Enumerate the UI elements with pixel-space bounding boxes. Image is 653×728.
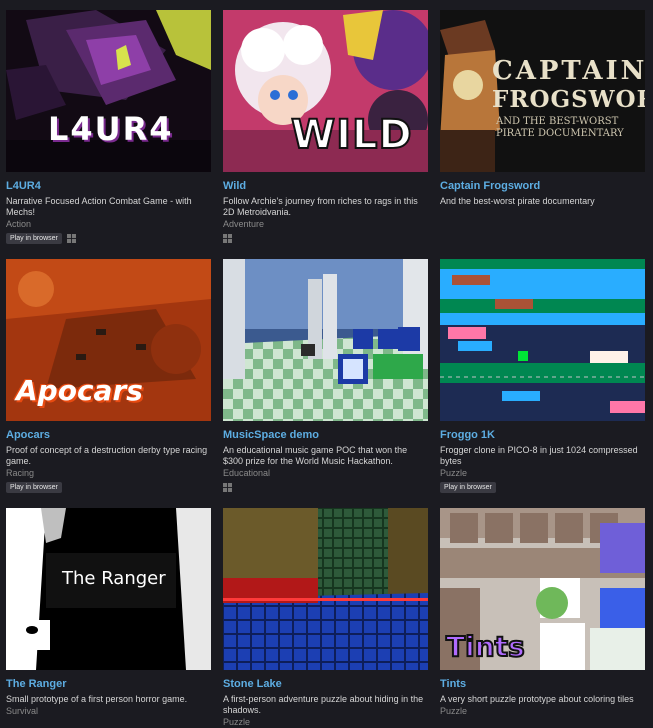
game-card-tints: Tints Tints A very short puzzle prototyp… [440,508,645,717]
thumbnail-logo: The Ranger [62,568,166,589]
game-title-link[interactable]: MusicSpace demo [223,429,428,442]
game-card-froggo-1k: Froggo 1K Frogger clone in PICO-8 in jus… [440,259,645,493]
thumbnail-logo-line: PIRATE DOCUMENTARY [496,128,624,139]
thumbnail-logo-line: AND THE BEST-WORST [496,116,619,127]
game-genre: Puzzle [223,717,251,727]
game-genre: Survival [6,706,39,716]
game-thumbnail[interactable]: Tints [440,508,645,670]
game-grid: L4UR4 L4UR4 Narrative Focused Action Com… [0,0,653,727]
game-title-link[interactable]: Froggo 1K [440,429,645,442]
game-card-the-ranger: The Ranger The Ranger Small prototype of… [6,508,211,717]
game-thumbnail[interactable] [223,259,428,421]
play-in-browser-badge[interactable]: Play in browser [440,482,496,493]
game-description: Narrative Focused Action Combat Game - w… [6,196,192,217]
game-title-link[interactable]: Captain Frogsword [440,180,645,193]
thumbnail-logo-line: CAPTAIN [492,56,645,86]
game-thumbnail[interactable] [223,508,428,670]
game-genre: Educational [223,468,271,478]
game-description: A very short puzzle prototype about colo… [440,694,634,704]
thumbnail-logo: WILD [290,111,413,159]
game-description: And the best-worst pirate documentary [440,196,595,206]
game-description: A first-person adventure puzzle about hi… [223,694,424,715]
game-thumbnail[interactable]: The Ranger [6,508,211,670]
game-card-stone-lake: Stone Lake A first-person adventure puzz… [223,508,428,728]
game-card-l4ur4: L4UR4 L4UR4 Narrative Focused Action Com… [6,10,211,244]
game-title-link[interactable]: Apocars [6,429,211,442]
game-genre: Puzzle [440,468,468,478]
platform-row [223,233,428,244]
game-genre: Racing [6,468,35,478]
game-card-musicspace-demo: MusicSpace demo An educational music gam… [223,259,428,493]
game-thumbnail[interactable] [440,259,645,421]
game-description: Proof of concept of a destruction derby … [6,445,208,466]
game-description: An educational music game POC that won t… [223,445,408,466]
windows-icon [223,234,232,243]
thumbnail-art [223,259,428,421]
game-thumbnail[interactable]: Apocars [6,259,211,421]
game-title-link[interactable]: L4UR4 [6,180,211,193]
game-description: Small prototype of a first person horror… [6,694,188,704]
game-title-link[interactable]: Stone Lake [223,678,428,691]
thumbnail-art [223,508,428,670]
game-card-wild: WILD Wild Follow Archie's journey from r… [223,10,428,244]
windows-icon [223,483,232,492]
thumbnail-logo: Apocars [16,374,143,407]
thumbnail-art [440,259,645,421]
game-genre: Puzzle [440,706,468,716]
thumbnail-art [6,508,211,670]
game-thumbnail[interactable]: WILD [223,10,428,172]
game-genre: Action [6,219,32,229]
platform-row: Play in browser [6,482,211,493]
game-thumbnail[interactable]: L4UR4 [6,10,211,172]
game-thumbnail[interactable]: CAPTAIN FROGSWORD AND THE BEST-WORST PIR… [440,10,645,172]
play-in-browser-badge[interactable]: Play in browser [6,233,62,244]
platform-row: Play in browser [440,482,645,493]
play-in-browser-badge[interactable]: Play in browser [6,482,62,493]
thumbnail-logo-line: FROGSWORD [492,86,645,113]
game-title-link[interactable]: Tints [440,678,645,691]
platform-row [223,482,428,493]
game-title-link[interactable]: The Ranger [6,678,211,691]
game-description: Follow Archie's journey from riches to r… [223,196,418,217]
thumbnail-logo: Tints [445,629,526,664]
windows-icon [66,234,76,243]
game-card-captain-frogsword: CAPTAIN FROGSWORD AND THE BEST-WORST PIR… [440,10,645,207]
game-card-apocars: Apocars Apocars Proof of concept of a de… [6,259,211,493]
game-description: Frogger clone in PICO-8 in just 1024 com… [440,445,638,466]
game-genre: Adventure [223,219,265,229]
thumbnail-logo: L4UR4 [48,110,174,148]
game-title-link[interactable]: Wild [223,180,428,193]
platform-row: Play in browser [6,233,211,244]
